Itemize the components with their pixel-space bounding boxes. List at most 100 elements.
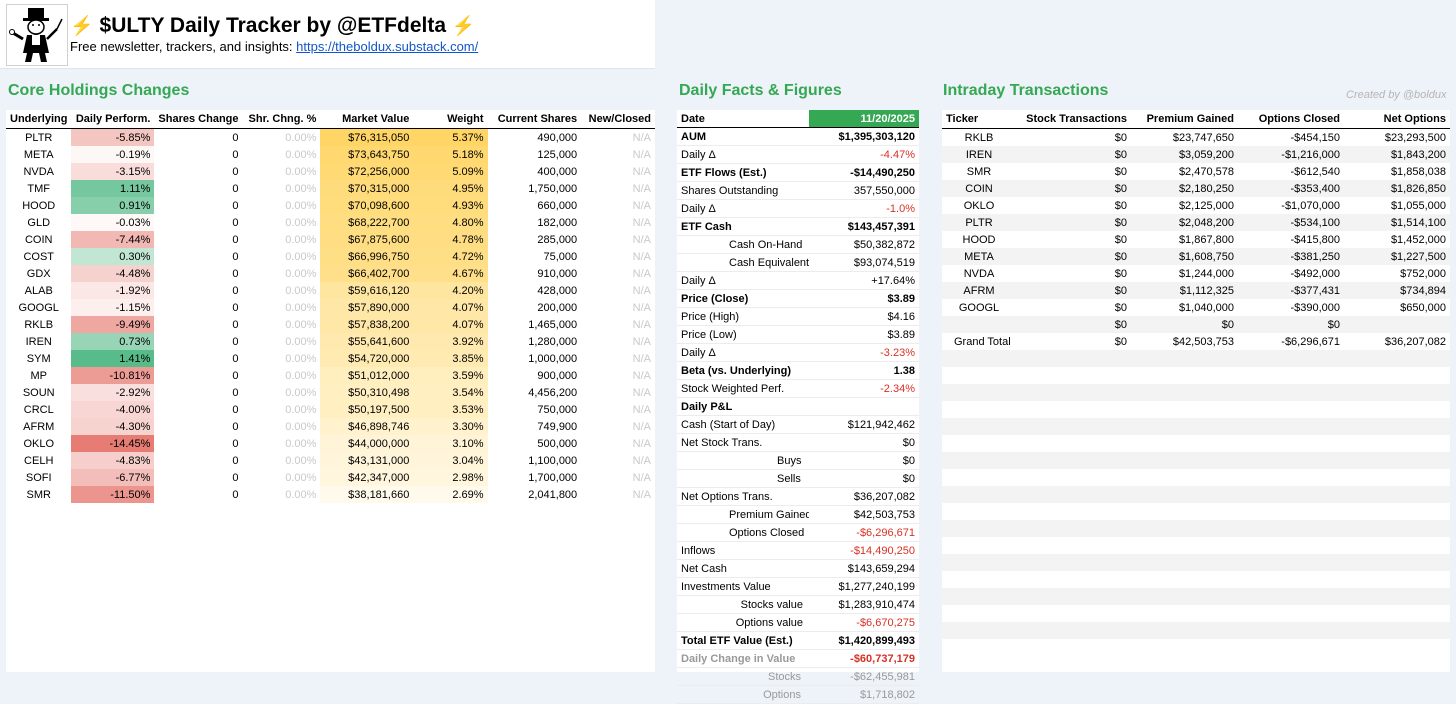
current-shares-cell[interactable]: 1,700,000 — [488, 469, 582, 486]
shares-change-cell[interactable]: 0 — [154, 316, 242, 333]
facts-value[interactable]: -$62,455,981 — [809, 667, 919, 686]
premium-gained-cell[interactable]: $2,125,000 — [1131, 197, 1238, 214]
ticker-cell[interactable]: AFRM — [6, 418, 71, 435]
table-row[interactable]: TMF 1.11% 0 0.00% $70,315,000 4.95% 1,750,000 N… — [6, 180, 655, 197]
facts-row[interactable]: Stocks value $1,283,910,474 — [677, 595, 919, 614]
column-header[interactable]: Options Closed — [1238, 110, 1344, 129]
stock-transactions-cell[interactable]: $0 — [1016, 146, 1131, 163]
daily-perf-cell[interactable]: -5.85% — [71, 128, 155, 146]
shares-change-pct-cell[interactable]: 0.00% — [243, 486, 321, 503]
shares-change-pct-cell[interactable]: 0.00% — [243, 384, 321, 401]
premium-gained-cell[interactable]: $0 — [1131, 316, 1238, 333]
shares-change-pct-cell[interactable]: 0.00% — [243, 418, 321, 435]
newsletter-link[interactable]: https://theboldux.substack.com/ — [296, 39, 478, 54]
daily-perf-cell[interactable]: -1.92% — [71, 282, 155, 299]
current-shares-cell[interactable]: 125,000 — [488, 146, 582, 163]
shares-change-cell[interactable]: 0 — [154, 214, 242, 231]
stock-transactions-cell[interactable]: $0 — [1016, 265, 1131, 282]
facts-row[interactable]: Net Cash $143,659,294 — [677, 559, 919, 578]
facts-row[interactable]: Investments Value $1,277,240,199 — [677, 577, 919, 596]
weight-cell[interactable]: 4.72% — [413, 248, 488, 265]
premium-gained-cell[interactable]: $2,470,578 — [1131, 163, 1238, 180]
facts-row[interactable]: Daily Δ -3.23% — [677, 343, 919, 362]
facts-value[interactable]: -$6,670,275 — [809, 613, 919, 632]
table-row[interactable]: RKLB $0 $23,747,650 -$454,150 $23,293,500 — [942, 129, 1450, 147]
daily-perf-cell[interactable]: -2.92% — [71, 384, 155, 401]
weight-cell[interactable]: 3.59% — [413, 367, 488, 384]
table-row[interactable]: META -0.19% 0 0.00% $73,643,750 5.18% 125,000 N… — [6, 146, 655, 163]
shares-change-cell[interactable]: 0 — [154, 197, 242, 214]
new-closed-cell[interactable]: N/A — [581, 486, 655, 503]
facts-value[interactable]: $0 — [809, 433, 919, 452]
table-row[interactable]: HOOD 0.91% 0 0.00% $70,098,600 4.93% 660,000 N/… — [6, 197, 655, 214]
new-closed-cell[interactable]: N/A — [581, 435, 655, 452]
new-closed-cell[interactable]: N/A — [581, 129, 655, 147]
table-row[interactable]: HOOD $0 $1,867,800 -$415,800 $1,452,000 — [942, 231, 1450, 248]
new-closed-cell[interactable]: N/A — [581, 248, 655, 265]
ticker-cell[interactable]: OKLO — [6, 435, 71, 452]
current-shares-cell[interactable]: 1,100,000 — [488, 452, 582, 469]
table-row[interactable]: PLTR $0 $2,048,200 -$534,100 $1,514,100 — [942, 214, 1450, 231]
weight-cell[interactable]: 4.07% — [413, 299, 488, 316]
daily-perf-cell[interactable]: -1.15% — [71, 299, 155, 316]
shares-change-pct-cell[interactable]: 0.00% — [243, 197, 321, 214]
new-closed-cell[interactable]: N/A — [581, 452, 655, 469]
market-value-cell[interactable]: $76,315,050 — [320, 128, 414, 146]
ticker-cell[interactable]: COIN — [6, 231, 71, 248]
facts-row[interactable]: Net Options Trans. $36,207,082 — [677, 487, 919, 506]
facts-value[interactable]: $0 — [809, 469, 919, 488]
shares-change-pct-cell[interactable]: 0.00% — [243, 129, 321, 147]
net-options-cell[interactable]: $1,858,038 — [1344, 163, 1450, 180]
premium-gained-cell[interactable]: $1,867,800 — [1131, 231, 1238, 248]
weight-cell[interactable]: 3.53% — [413, 401, 488, 418]
market-value-cell[interactable]: $54,720,000 — [320, 350, 414, 367]
table-row[interactable]: MP -10.81% 0 0.00% $51,012,000 3.59% 900,000 N/… — [6, 367, 655, 384]
ticker-cell[interactable]: SOFI — [6, 469, 71, 486]
ticker-cell[interactable]: SYM — [6, 350, 71, 367]
market-value-cell[interactable]: $57,838,200 — [320, 316, 414, 333]
daily-perf-cell[interactable]: 0.91% — [71, 197, 155, 214]
table-row[interactable]: SOFI -6.77% 0 0.00% $42,347,000 2.98% 1,700,00… — [6, 469, 655, 486]
shares-change-pct-cell[interactable]: 0.00% — [243, 350, 321, 367]
shares-change-cell[interactable]: 0 — [154, 129, 242, 147]
facts-row[interactable]: Options value -$6,670,275 — [677, 613, 919, 632]
daily-perf-cell[interactable]: 1.41% — [71, 350, 155, 367]
premium-gained-cell[interactable]: $1,040,000 — [1131, 299, 1238, 316]
ticker-cell[interactable]: COIN — [942, 180, 1016, 197]
net-options-cell[interactable] — [1344, 316, 1450, 333]
options-closed-cell[interactable]: $0 — [1238, 316, 1344, 333]
facts-row[interactable]: Shares Outstanding 357,550,000 — [677, 181, 919, 200]
column-header[interactable]: Ticker — [942, 110, 1016, 129]
shares-change-cell[interactable]: 0 — [154, 367, 242, 384]
facts-value[interactable]: -$60,737,179 — [809, 649, 919, 668]
shares-change-pct-cell[interactable]: 0.00% — [243, 146, 321, 163]
column-header[interactable]: New/Closed — [581, 110, 655, 129]
facts-row[interactable]: AUM $1,395,303,120 — [677, 127, 919, 146]
shares-change-pct-cell[interactable]: 0.00% — [243, 214, 321, 231]
daily-perf-cell[interactable]: -4.48% — [71, 265, 155, 282]
shares-change-cell[interactable]: 0 — [154, 452, 242, 469]
ticker-cell[interactable]: GLD — [6, 214, 71, 231]
facts-row[interactable]: Cash (Start of Day) $121,942,462 — [677, 415, 919, 434]
facts-value[interactable]: $1,420,899,493 — [809, 631, 919, 650]
facts-row[interactable]: Price (Low) $3.89 — [677, 325, 919, 344]
facts-row[interactable]: Daily P&L — [677, 397, 919, 416]
table-row[interactable]: CRCL -4.00% 0 0.00% $50,197,500 3.53% 750,000 N… — [6, 401, 655, 418]
shares-change-pct-cell[interactable]: 0.00% — [243, 282, 321, 299]
new-closed-cell[interactable]: N/A — [581, 299, 655, 316]
options-closed-cell[interactable]: -$6,296,671 — [1238, 333, 1344, 350]
current-shares-cell[interactable]: 285,000 — [488, 231, 582, 248]
table-row[interactable]: NVDA $0 $1,244,000 -$492,000 $752,000 — [942, 265, 1450, 282]
weight-cell[interactable]: 3.85% — [413, 350, 488, 367]
facts-value[interactable]: $143,659,294 — [809, 559, 919, 578]
market-value-cell[interactable]: $46,898,746 — [320, 418, 414, 435]
ticker-cell[interactable]: COST — [6, 248, 71, 265]
facts-value[interactable]: 357,550,000 — [809, 181, 919, 200]
facts-row[interactable]: Buys $0 — [677, 451, 919, 470]
new-closed-cell[interactable]: N/A — [581, 180, 655, 197]
column-header[interactable]: Shares Change — [154, 110, 243, 129]
shares-change-pct-cell[interactable]: 0.00% — [243, 231, 321, 248]
facts-row[interactable]: Inflows -$14,490,250 — [677, 541, 919, 560]
ticker-cell[interactable] — [942, 316, 1016, 333]
facts-row[interactable]: Cash On-Hand $50,382,872 — [677, 235, 919, 254]
